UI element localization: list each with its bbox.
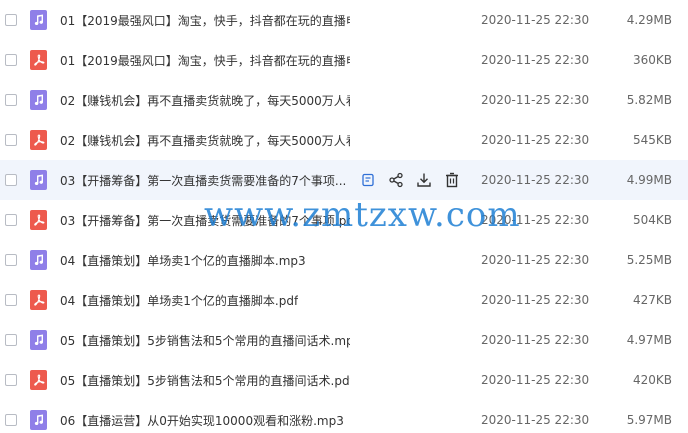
file-date: 2020-11-25 22:30 [481,133,590,147]
pdf-file-icon [30,50,47,70]
preview-button[interactable] [358,170,378,190]
file-name[interactable]: 05【直播策划】5步销售法和5个常用的直播间话术.pdf [60,372,350,389]
audio-file-icon [30,170,47,190]
file-size: 5.25MB [626,253,672,267]
share-button[interactable] [386,170,406,190]
file-date: 2020-11-25 22:30 [481,213,590,227]
file-row[interactable]: 01【2019最强风口】淘宝，快手，抖音都在玩的直播电商.pdf 2020-11-… [0,40,688,80]
file-row[interactable]: 02【赚钱机会】再不直播卖货就晚了，每天5000万人看直播买东西.pdf 2020… [0,120,688,160]
file-row[interactable]: 06【直播运营】从0开始实现10000观看和涨粉.mp3 2020-11-25 2… [0,400,688,433]
delete-icon [444,172,460,188]
audio-file-icon [30,10,47,30]
file-size: 4.99MB [626,173,672,187]
file-date: 2020-11-25 22:30 [481,253,590,267]
file-row[interactable]: 05【直播策划】5步销售法和5个常用的直播间话术.mp3 2020-11-25 2… [0,320,688,360]
row-actions [358,170,470,190]
audio-file-icon [30,410,47,430]
file-size: 4.29MB [626,13,672,27]
file-name[interactable]: 02【赚钱机会】再不直播卖货就晚了，每天5000万人看直播买东西.pdf [60,132,350,149]
file-date: 2020-11-25 22:30 [481,173,590,187]
row-checkbox[interactable] [5,374,17,386]
file-name[interactable]: 01【2019最强风口】淘宝，快手，抖音都在玩的直播电商.mp3 [60,12,350,29]
file-size: 360KB [632,53,672,67]
row-checkbox[interactable] [5,214,17,226]
file-date: 2020-11-25 22:30 [481,373,590,387]
download-icon [416,172,432,188]
row-checkbox[interactable] [5,94,17,106]
file-name[interactable]: 06【直播运营】从0开始实现10000观看和涨粉.mp3 [60,412,344,429]
delete-button[interactable] [442,170,462,190]
file-name[interactable]: 01【2019最强风口】淘宝，快手，抖音都在玩的直播电商.pdf [60,52,350,69]
share-icon [388,172,404,188]
file-list: 01【2019最强风口】淘宝，快手，抖音都在玩的直播电商.mp3 2020-11-… [0,0,688,433]
file-size: 5.82MB [626,93,672,107]
file-size: 5.97MB [626,413,672,427]
file-name[interactable]: 04【直播策划】单场卖1个亿的直播脚本.pdf [60,292,298,309]
file-row[interactable]: 03【开播筹备】第一次直播卖货需要准备的7个事项... 2020-11-25 22… [0,160,688,200]
file-row[interactable]: 02【赚钱机会】再不直播卖货就晚了，每天5000万人看直播买东西.mp3 2020… [0,80,688,120]
file-size: 427KB [632,293,672,307]
file-size: 545KB [632,133,672,147]
row-checkbox[interactable] [5,134,17,146]
file-name[interactable]: 05【直播策划】5步销售法和5个常用的直播间话术.mp3 [60,332,350,349]
file-row[interactable]: 04【直播策划】单场卖1个亿的直播脚本.mp3 2020-11-25 22:30 5… [0,240,688,280]
file-date: 2020-11-25 22:30 [481,53,590,67]
row-checkbox[interactable] [5,254,17,266]
audio-file-icon [30,90,47,110]
file-date: 2020-11-25 22:30 [481,413,590,427]
row-checkbox[interactable] [5,14,17,26]
preview-icon [361,173,375,187]
file-date: 2020-11-25 22:30 [481,93,590,107]
row-checkbox[interactable] [5,414,17,426]
file-name[interactable]: 04【直播策划】单场卖1个亿的直播脚本.mp3 [60,252,306,269]
pdf-file-icon [30,210,47,230]
row-checkbox[interactable] [5,294,17,306]
file-size: 420KB [632,373,672,387]
file-size: 4.97MB [626,333,672,347]
pdf-file-icon [30,370,47,390]
pdf-file-icon [30,130,47,150]
file-date: 2020-11-25 22:30 [481,13,590,27]
download-button[interactable] [414,170,434,190]
file-name[interactable]: 03【开播筹备】第一次直播卖货需要准备的7个事项.pdf [60,212,350,229]
row-checkbox[interactable] [5,334,17,346]
audio-file-icon [30,250,47,270]
row-checkbox[interactable] [5,54,17,66]
file-row[interactable]: 03【开播筹备】第一次直播卖货需要准备的7个事项.pdf 2020-11-25 2… [0,200,688,240]
file-row[interactable]: 04【直播策划】单场卖1个亿的直播脚本.pdf 2020-11-25 22:30 4… [0,280,688,320]
file-row[interactable]: 05【直播策划】5步销售法和5个常用的直播间话术.pdf 2020-11-25 2… [0,360,688,400]
file-row[interactable]: 01【2019最强风口】淘宝，快手，抖音都在玩的直播电商.mp3 2020-11-… [0,0,688,40]
row-checkbox[interactable] [5,174,17,186]
file-date: 2020-11-25 22:30 [481,293,590,307]
pdf-file-icon [30,290,47,310]
file-name[interactable]: 02【赚钱机会】再不直播卖货就晚了，每天5000万人看直播买东西.mp3 [60,92,350,109]
file-name[interactable]: 03【开播筹备】第一次直播卖货需要准备的7个事项... [60,172,346,189]
audio-file-icon [30,330,47,350]
file-size: 504KB [632,213,672,227]
file-date: 2020-11-25 22:30 [481,333,590,347]
